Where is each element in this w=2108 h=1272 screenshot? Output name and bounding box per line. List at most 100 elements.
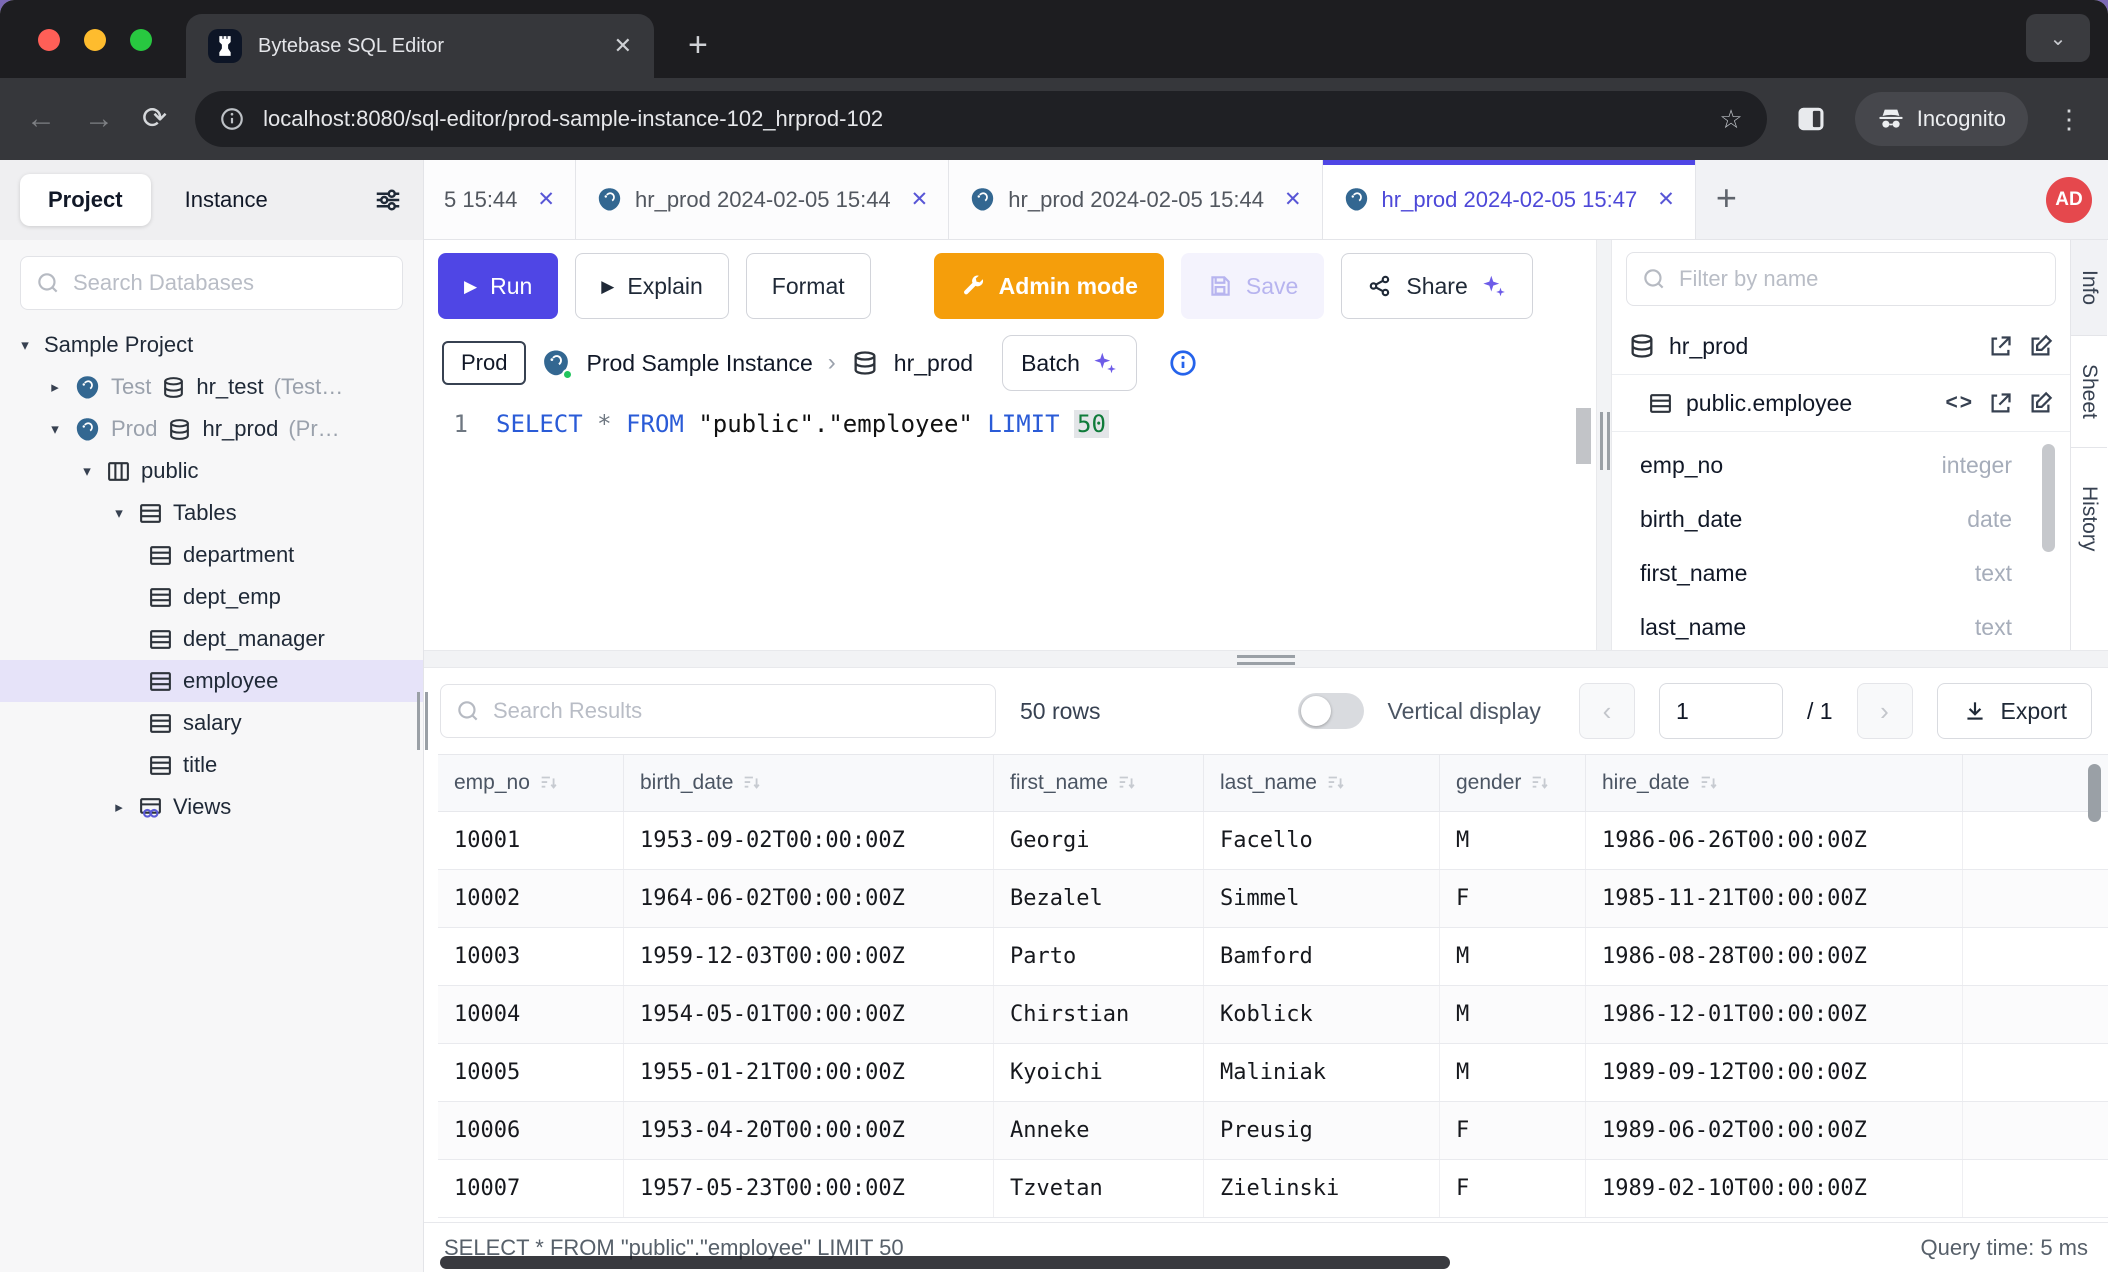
tree-item-table-department[interactable]: department xyxy=(0,534,423,576)
minimize-window-button[interactable] xyxy=(84,29,106,51)
tree-item-project[interactable]: ▾ Sample Project xyxy=(0,324,423,366)
sort-icon[interactable] xyxy=(538,772,560,794)
schema-database-row[interactable]: hr_prod xyxy=(1612,318,2070,375)
new-query-tab-button[interactable]: + xyxy=(1716,177,1737,219)
vertical-display-toggle[interactable] xyxy=(1298,693,1364,729)
caret-right-icon[interactable]: ▸ xyxy=(46,378,64,396)
editor-scrollbar[interactable] xyxy=(1576,408,1591,464)
database-name[interactable]: hr_prod xyxy=(894,350,973,377)
batch-mode-button[interactable]: Batch xyxy=(1002,335,1137,391)
table-row[interactable]: 100041954-05-01T00:00:00ZChirstianKoblic… xyxy=(438,986,2108,1044)
column-header-last-name[interactable]: last_name xyxy=(1204,755,1440,811)
column-row[interactable]: emp_no integer xyxy=(1612,438,2070,492)
caret-down-icon[interactable]: ▾ xyxy=(16,336,34,354)
column-header-hire-date[interactable]: hire_date xyxy=(1586,755,1963,811)
cell[interactable]: Georgi xyxy=(994,812,1204,869)
instance-name[interactable]: Prod Sample Instance xyxy=(586,350,812,377)
user-avatar[interactable]: AD xyxy=(2046,177,2092,223)
cell[interactable]: Simmel xyxy=(1204,870,1440,927)
cell[interactable]: M xyxy=(1440,812,1586,869)
close-tab-icon[interactable]: ✕ xyxy=(1284,187,1302,212)
tree-item-tables-group[interactable]: ▾ Tables xyxy=(0,492,423,534)
cell[interactable]: 1953-09-02T00:00:00Z xyxy=(624,812,994,869)
column-row[interactable]: last_name text xyxy=(1612,600,2070,650)
table-row[interactable]: 100051955-01-21T00:00:00ZKyoichiMaliniak… xyxy=(438,1044,2108,1102)
cell[interactable]: 1964-06-02T00:00:00Z xyxy=(624,870,994,927)
editor-tab-2[interactable]: hr_prod 2024-02-05 15:44 ✕ xyxy=(576,160,949,239)
tab-search-button[interactable]: ⌄ xyxy=(2026,14,2090,62)
format-button[interactable]: Format xyxy=(746,253,871,319)
column-header-first-name[interactable]: first_name xyxy=(994,755,1204,811)
cell[interactable]: 10002 xyxy=(438,870,624,927)
edit-icon[interactable] xyxy=(2027,333,2054,360)
table-row[interactable]: 100021964-06-02T00:00:00ZBezalelSimmelF1… xyxy=(438,870,2108,928)
site-info-icon[interactable] xyxy=(219,106,245,132)
cell[interactable]: 10005 xyxy=(438,1044,624,1101)
side-panel-icon[interactable] xyxy=(1795,104,1827,134)
back-icon[interactable]: ← xyxy=(26,104,56,134)
cell[interactable]: F xyxy=(1440,870,1586,927)
tree-item-hr-prod[interactable]: ▾ Prod hr_prod (Pr… xyxy=(0,408,423,450)
cell[interactable]: 1989-09-12T00:00:00Z xyxy=(1586,1044,1963,1101)
cell[interactable]: 1986-12-01T00:00:00Z xyxy=(1586,986,1963,1043)
database-search[interactable] xyxy=(20,256,403,310)
table-row[interactable]: 100031959-12-03T00:00:00ZPartoBamfordM19… xyxy=(438,928,2108,986)
explain-button[interactable]: ▶Explain xyxy=(575,253,729,319)
close-tab-icon[interactable]: ✕ xyxy=(614,33,632,59)
editor-tab-3[interactable]: hr_prod 2024-02-05 15:44 ✕ xyxy=(949,160,1322,239)
tree-item-views-group[interactable]: ▸ Views xyxy=(0,786,423,828)
browser-tab[interactable]: Bytebase SQL Editor ✕ xyxy=(186,14,654,78)
browser-menu-icon[interactable]: ⋮ xyxy=(2056,104,2082,135)
caret-down-icon[interactable]: ▾ xyxy=(110,504,128,522)
column-header-birth-date[interactable]: birth_date xyxy=(624,755,994,811)
sort-icon[interactable] xyxy=(1116,772,1138,794)
tab-info[interactable]: Info xyxy=(2071,240,2107,336)
cell[interactable]: 1989-06-02T00:00:00Z xyxy=(1586,1102,1963,1159)
next-page-button[interactable]: › xyxy=(1857,683,1913,739)
column-header-emp-no[interactable]: emp_no xyxy=(438,755,624,811)
page-number-input[interactable] xyxy=(1659,683,1783,739)
zoom-window-button[interactable] xyxy=(130,29,152,51)
panel-resize-handle[interactable] xyxy=(1596,240,1612,650)
results-search-input[interactable] xyxy=(493,698,981,724)
sort-icon[interactable] xyxy=(1698,772,1720,794)
tab-sheet[interactable]: Sheet xyxy=(2071,336,2107,448)
column-list-scrollbar[interactable] xyxy=(2042,444,2055,552)
tab-instance[interactable]: Instance xyxy=(157,174,296,226)
cell[interactable]: 1953-04-20T00:00:00Z xyxy=(624,1102,994,1159)
cell[interactable]: Bamford xyxy=(1204,928,1440,985)
sort-icon[interactable] xyxy=(741,772,763,794)
sort-icon[interactable] xyxy=(1325,772,1347,794)
cell[interactable]: Parto xyxy=(994,928,1204,985)
filter-settings-icon[interactable] xyxy=(373,185,403,215)
column-header-gender[interactable]: gender xyxy=(1440,755,1586,811)
cell[interactable]: 1957-05-23T00:00:00Z xyxy=(624,1160,994,1217)
cell[interactable]: 10003 xyxy=(438,928,624,985)
results-resize-handle[interactable] xyxy=(424,650,2108,668)
tree-item-table-dept-emp[interactable]: dept_emp xyxy=(0,576,423,618)
export-button[interactable]: Export xyxy=(1937,683,2092,739)
new-tab-button[interactable]: + xyxy=(688,28,708,62)
database-search-input[interactable] xyxy=(73,270,388,296)
tree-item-table-salary[interactable]: salary xyxy=(0,702,423,744)
info-icon[interactable] xyxy=(1168,348,1198,378)
forward-icon[interactable]: → xyxy=(84,104,114,134)
cell[interactable]: 1985-11-21T00:00:00Z xyxy=(1586,870,1963,927)
sql-line-1[interactable]: 1 SELECT * FROM "public"."employee" LIMI… xyxy=(424,394,1596,438)
address-bar[interactable]: localhost:8080/sql-editor/prod-sample-in… xyxy=(195,91,1767,147)
table-row[interactable]: 100071957-05-23T00:00:00ZTzvetanZielinsk… xyxy=(438,1160,2108,1218)
sidebar-resize-handle[interactable] xyxy=(417,692,428,750)
schema-table-row[interactable]: public.employee <> xyxy=(1612,375,2070,432)
close-window-button[interactable] xyxy=(38,29,60,51)
cell[interactable]: 1959-12-03T00:00:00Z xyxy=(624,928,994,985)
run-button[interactable]: ▶Run xyxy=(438,253,558,319)
schema-filter[interactable] xyxy=(1626,252,2056,306)
results-search[interactable] xyxy=(440,684,996,738)
table-row[interactable]: 100061953-04-20T00:00:00ZAnnekePreusigF1… xyxy=(438,1102,2108,1160)
cell[interactable]: Bezalel xyxy=(994,870,1204,927)
tab-project[interactable]: Project xyxy=(20,174,151,226)
save-button[interactable]: Save xyxy=(1181,253,1324,319)
tree-item-schema-public[interactable]: ▾ public xyxy=(0,450,423,492)
cell[interactable]: Facello xyxy=(1204,812,1440,869)
admin-mode-button[interactable]: Admin mode xyxy=(934,253,1164,319)
